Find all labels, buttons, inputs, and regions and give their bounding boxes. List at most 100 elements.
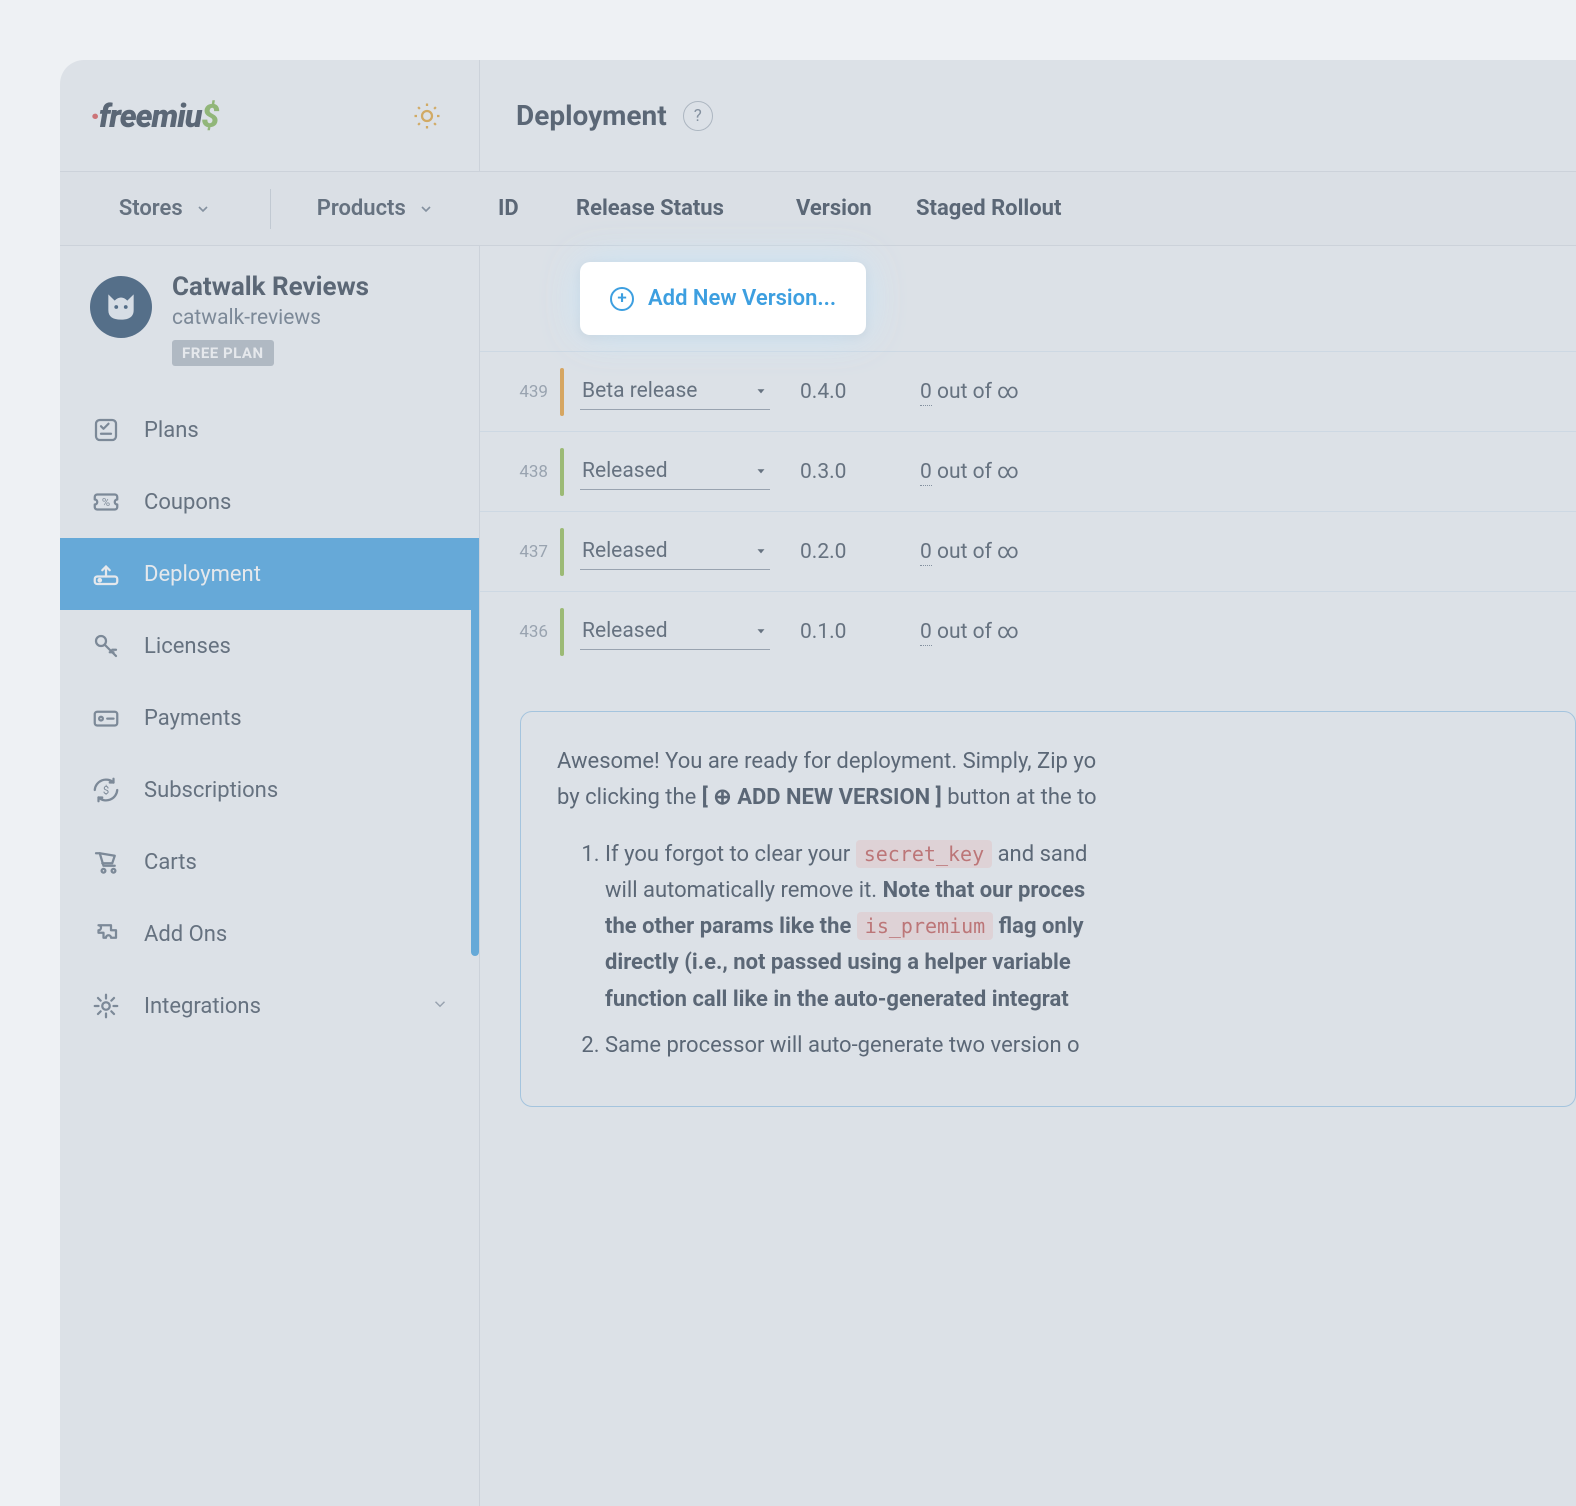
sidebar-item-label: Plans: [144, 418, 449, 443]
info-list-item: Same processor will auto-generate two ve…: [605, 1028, 1575, 1064]
sidebar-item-subscriptions[interactable]: $ Subscriptions: [60, 754, 479, 826]
status-stripe: [560, 608, 564, 656]
sidebar-item-label: Add Ons: [144, 922, 449, 947]
stores-dropdown[interactable]: Stores: [60, 172, 270, 245]
sidebar-item-label: Carts: [144, 850, 449, 875]
column-header-version: Version: [796, 196, 916, 221]
sidebar-item-label: Coupons: [144, 490, 449, 515]
sidebar-item-plans[interactable]: Plans: [60, 394, 479, 466]
product-card[interactable]: Catwalk Reviews catwalk-reviews FREE PLA…: [60, 246, 479, 394]
sidebar-item-integrations[interactable]: Integrations: [60, 970, 479, 1042]
sidebar-item-payments[interactable]: Payments: [60, 682, 479, 754]
chevron-down-icon: [418, 201, 434, 217]
cat-icon: [102, 288, 140, 326]
chevron-down-icon: [431, 994, 449, 1019]
status-stripe: [560, 448, 564, 496]
release-status-select[interactable]: Released: [580, 453, 770, 490]
status-value: Released: [582, 459, 668, 483]
status-stripe: [560, 528, 564, 576]
svg-text:%: %: [102, 496, 110, 509]
version-table: 439Beta release0.4.00 out of ∞438Release…: [480, 351, 1576, 671]
plans-icon: [90, 414, 122, 446]
sidebar-item-label: Payments: [144, 706, 449, 731]
column-header-id: ID: [498, 196, 576, 221]
release-status-select[interactable]: Released: [580, 613, 770, 650]
cell-id: 436: [498, 622, 560, 642]
payments-icon: [90, 702, 122, 734]
column-header-rollout: Staged Rollout: [916, 196, 1116, 221]
table-row: 438 Released 0.3.00 out of ∞: [480, 431, 1576, 511]
theme-toggle[interactable]: [405, 94, 449, 138]
sidebar: Catwalk Reviews catwalk-reviews FREE PLA…: [60, 246, 480, 1506]
plan-badge: FREE PLAN: [172, 340, 274, 366]
products-dropdown[interactable]: Products: [271, 172, 481, 245]
product-slug: catwalk-reviews: [172, 306, 449, 330]
main-content: + Add New Version... 439 Beta release 0.4.…: [480, 246, 1576, 1506]
sidebar-item-label: Licenses: [144, 634, 449, 659]
caret-down-icon: [754, 464, 768, 478]
svg-text:$: $: [103, 784, 109, 797]
caret-down-icon: [754, 384, 768, 398]
cell-version: 0.4.0: [800, 380, 920, 404]
integrations-icon: [90, 990, 122, 1022]
product-avatar: [90, 276, 152, 338]
status-stripe: [560, 368, 564, 416]
table-row: 436 Released 0.1.00 out of ∞: [480, 591, 1576, 671]
licenses-icon: [90, 630, 122, 662]
stores-label: Stores: [119, 196, 183, 221]
sidebar-item-licenses[interactable]: Licenses: [60, 610, 479, 682]
caret-down-icon: [754, 544, 768, 558]
sidebar-item-label: Deployment: [144, 562, 449, 587]
products-label: Products: [317, 196, 406, 221]
scrollbar[interactable]: [471, 566, 479, 956]
sidebar-item-coupons[interactable]: % Coupons: [60, 466, 479, 538]
brand-logo[interactable]: ·freemiu$: [90, 97, 405, 135]
sidebar-item-label: Subscriptions: [144, 778, 449, 803]
status-value: Released: [582, 619, 668, 643]
deployment-info-box: Awesome! You are ready for deployment. S…: [520, 711, 1576, 1107]
product-name: Catwalk Reviews: [172, 272, 449, 302]
sidebar-item-addons[interactable]: Add Ons: [60, 898, 479, 970]
help-icon: ?: [694, 106, 702, 126]
release-status-select[interactable]: Beta release: [580, 373, 770, 410]
sidebar-item-label: Integrations: [144, 994, 409, 1019]
cell-version: 0.2.0: [800, 540, 920, 564]
info-list-item: If you forgot to clear your secret_key a…: [605, 837, 1575, 1018]
cell-id: 438: [498, 462, 560, 482]
inline-add-reference: [ ⊕ ADD NEW VERSION ]: [702, 785, 942, 810]
code-secret-key: secret_key: [856, 840, 992, 868]
cell-id: 437: [498, 542, 560, 562]
carts-icon: [90, 846, 122, 878]
deployment-icon: [90, 558, 122, 590]
table-row: 439 Beta release 0.4.00 out of ∞: [480, 351, 1576, 431]
table-row: 437 Released 0.2.00 out of ∞: [480, 511, 1576, 591]
cell-version: 0.1.0: [800, 620, 920, 644]
code-is-premium: is_premium: [857, 912, 993, 940]
status-value: Beta release: [582, 379, 697, 403]
page-title: Deployment: [516, 99, 667, 132]
top-bar: ·freemiu$ Deployment ?: [60, 60, 1576, 172]
column-header-status: Release Status: [576, 196, 796, 221]
add-button-label: Add New Version...: [648, 286, 836, 311]
sidebar-item-deployment[interactable]: Deployment: [60, 538, 479, 610]
add-new-version-button[interactable]: + Add New Version...: [580, 262, 866, 335]
cell-rollout: 0 out of ∞: [920, 380, 1120, 404]
cell-version: 0.3.0: [800, 460, 920, 484]
cell-id: 439: [498, 382, 560, 402]
plus-circle-icon: +: [610, 287, 634, 311]
release-status-select[interactable]: Released: [580, 533, 770, 570]
sidebar-item-carts[interactable]: Carts: [60, 826, 479, 898]
sidebar-menu: Plans% Coupons Deployment Licenses Payments $…: [60, 394, 479, 1042]
chevron-down-icon: [195, 201, 211, 217]
cell-rollout: 0 out of ∞: [920, 460, 1120, 484]
sun-icon: [412, 101, 442, 131]
status-value: Released: [582, 539, 668, 563]
cell-rollout: 0 out of ∞: [920, 540, 1120, 564]
addons-icon: [90, 918, 122, 950]
caret-down-icon: [754, 624, 768, 638]
help-button[interactable]: ?: [683, 101, 713, 131]
nav-bar: Stores Products ID Release Status Versio…: [60, 172, 1576, 246]
coupons-icon: %: [90, 486, 122, 518]
cell-rollout: 0 out of ∞: [920, 620, 1120, 644]
subscriptions-icon: $: [90, 774, 122, 806]
